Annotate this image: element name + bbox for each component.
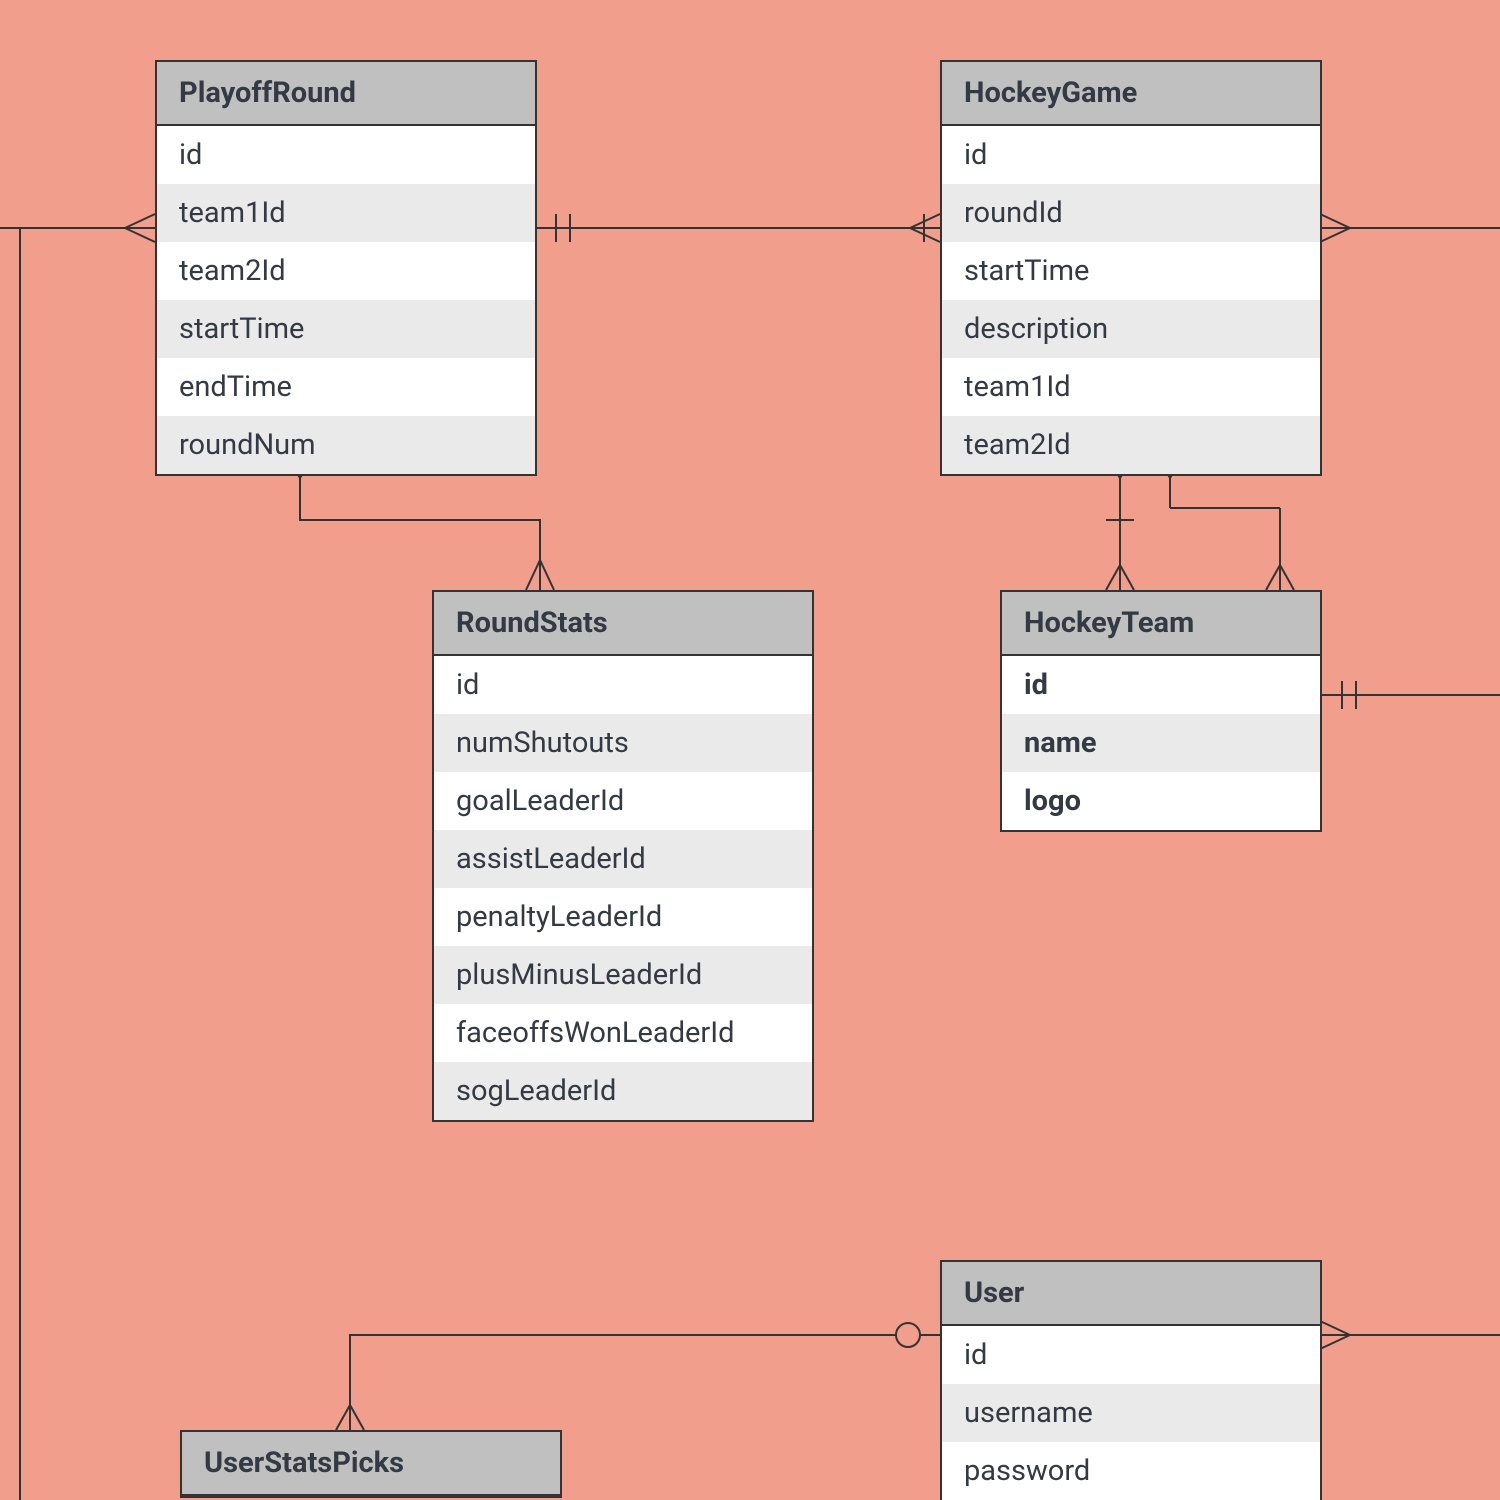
entity-playoff-round: PlayoffRound id team1Id team2Id startTim… xyxy=(155,60,537,476)
field: endTime xyxy=(157,358,535,416)
field: team2Id xyxy=(157,242,535,300)
field: description xyxy=(942,300,1320,358)
field: id xyxy=(942,1326,1320,1384)
er-diagram: PlayoffRound id team1Id team2Id startTim… xyxy=(0,0,1500,1500)
field: logo xyxy=(1002,772,1320,830)
entity-user-stats-picks: UserStatsPicks xyxy=(180,1430,562,1498)
field: roundId xyxy=(942,184,1320,242)
entity-hockey-team: HockeyTeam id name logo xyxy=(1000,590,1322,832)
field: sogLeaderId xyxy=(434,1062,812,1120)
field: penaltyLeaderId xyxy=(434,888,812,946)
field: id xyxy=(434,656,812,714)
entity-hockey-game: HockeyGame id roundId startTime descript… xyxy=(940,60,1322,476)
field: roundNum xyxy=(157,416,535,474)
field: id xyxy=(1002,656,1320,714)
field: numShutouts xyxy=(434,714,812,772)
entity-title: HockeyGame xyxy=(942,62,1320,126)
field: team1Id xyxy=(157,184,535,242)
field: password xyxy=(942,1442,1320,1500)
field: assistLeaderId xyxy=(434,830,812,888)
field: id xyxy=(942,126,1320,184)
field: plusMinusLeaderId xyxy=(434,946,812,1004)
entity-round-stats: RoundStats id numShutouts goalLeaderId a… xyxy=(432,590,814,1122)
entity-title: User xyxy=(942,1262,1320,1326)
field: id xyxy=(157,126,535,184)
entity-title: UserStatsPicks xyxy=(182,1432,560,1496)
field: goalLeaderId xyxy=(434,772,812,830)
field: startTime xyxy=(942,242,1320,300)
entity-title: RoundStats xyxy=(434,592,812,656)
field: faceoffsWonLeaderId xyxy=(434,1004,812,1062)
field: team1Id xyxy=(942,358,1320,416)
entity-user: User id username password xyxy=(940,1260,1322,1500)
field: team2Id xyxy=(942,416,1320,474)
entity-title: PlayoffRound xyxy=(157,62,535,126)
field: name xyxy=(1002,714,1320,772)
field: username xyxy=(942,1384,1320,1442)
entity-title: HockeyTeam xyxy=(1002,592,1320,656)
field: startTime xyxy=(157,300,535,358)
